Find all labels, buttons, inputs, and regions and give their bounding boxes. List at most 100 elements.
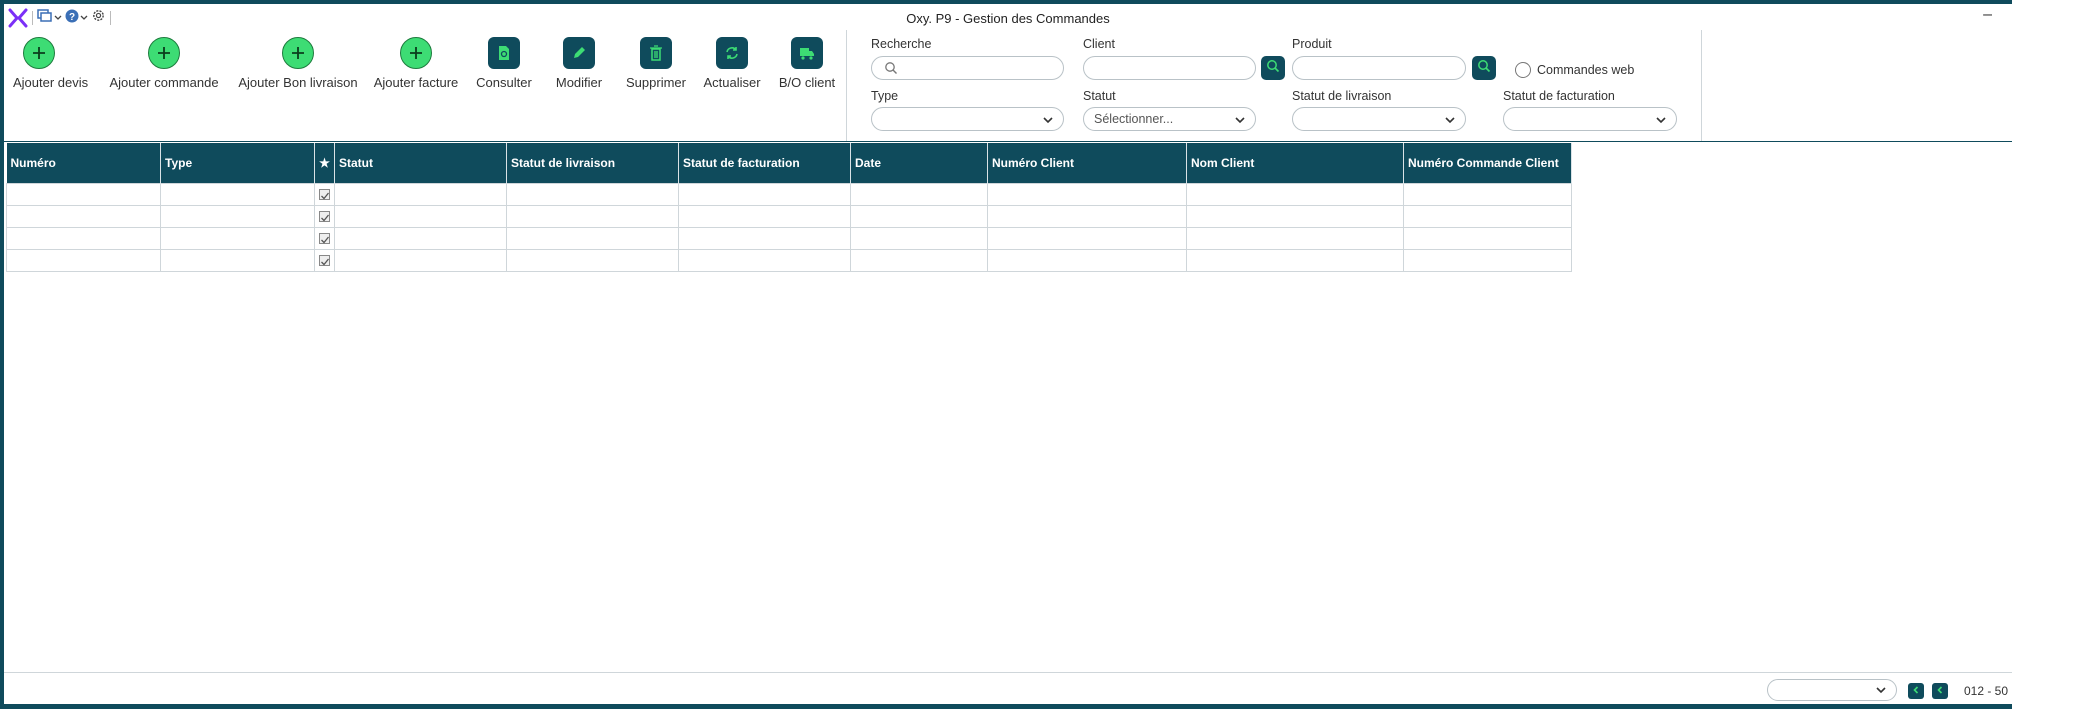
- delivery-status-select[interactable]: [1292, 107, 1466, 131]
- chevron-left-icon: [1935, 682, 1945, 700]
- delete-button[interactable]: Supprimer: [621, 34, 691, 90]
- bo-client-button[interactable]: B/O client: [776, 34, 838, 90]
- column-header-client-number[interactable]: Numéro Client: [987, 143, 1187, 183]
- table-cell: [678, 204, 851, 228]
- column-header-delivery-status[interactable]: Statut de livraison: [506, 143, 679, 183]
- column-header-date[interactable]: Date: [850, 143, 988, 183]
- table-cell: [160, 182, 315, 206]
- column-header-star[interactable]: ★: [314, 143, 335, 183]
- toolbar-divider: [846, 30, 847, 142]
- table-row[interactable]: [6, 182, 1572, 206]
- plus-icon: [148, 37, 180, 69]
- client-search-button[interactable]: [1261, 56, 1285, 80]
- column-header-client-name[interactable]: Nom Client: [1186, 143, 1404, 183]
- add-order-button[interactable]: Ajouter commande: [108, 34, 220, 90]
- add-invoice-label: Ajouter facture: [373, 75, 459, 90]
- favorite-cell[interactable]: [314, 182, 335, 206]
- orders-table: Numéro Type ★ Statut Statut de livraison…: [6, 143, 1572, 272]
- table-row[interactable]: [6, 226, 1572, 250]
- add-quote-label: Ajouter devis: [13, 75, 89, 90]
- footer-separator: [4, 672, 2012, 673]
- table-row[interactable]: [6, 204, 1572, 228]
- table-cell: [1186, 204, 1404, 228]
- search-icon: [1266, 59, 1280, 78]
- main-window: ? Oxy. P9 - Gestion des Commandes – Ajou…: [4, 4, 2012, 704]
- column-header-type[interactable]: Type: [160, 143, 315, 183]
- table-cell: [850, 226, 988, 250]
- checkbox-icon[interactable]: [319, 211, 330, 223]
- plus-icon: [400, 37, 432, 69]
- type-select[interactable]: [871, 107, 1064, 131]
- client-input[interactable]: [1083, 56, 1256, 80]
- app-frame: ? Oxy. P9 - Gestion des Commandes – Ajou…: [0, 0, 2100, 709]
- chevron-down-icon: [1654, 112, 1668, 134]
- add-delivery-note-button[interactable]: Ajouter Bon livraison: [234, 34, 362, 90]
- table-cell: [987, 182, 1187, 206]
- table-row[interactable]: [6, 248, 1572, 272]
- table-cell: [506, 204, 679, 228]
- title-bar: ? Oxy. P9 - Gestion des Commandes –: [4, 4, 2012, 30]
- status-label: Statut: [1083, 89, 1116, 103]
- add-order-label: Ajouter commande: [109, 75, 219, 90]
- search-input[interactable]: [871, 56, 1064, 80]
- status-select-value: Sélectionner...: [1094, 112, 1174, 126]
- favorite-cell[interactable]: [314, 204, 335, 228]
- page-size-select[interactable]: [1767, 679, 1897, 701]
- table-cell: [334, 182, 507, 206]
- first-page-button[interactable]: [1932, 683, 1948, 699]
- previous-page-button[interactable]: [1908, 683, 1924, 699]
- table-cell: [6, 204, 161, 228]
- edit-label: Modifier: [555, 75, 603, 90]
- chevron-down-icon: [1443, 112, 1457, 134]
- add-quote-button[interactable]: Ajouter devis: [13, 34, 89, 90]
- web-orders-label: Commandes web: [1537, 63, 1635, 77]
- table-cell: [1403, 248, 1572, 272]
- column-header-billing-status[interactable]: Statut de facturation: [678, 143, 851, 183]
- search-icon: [1477, 59, 1491, 78]
- table-cell: [1186, 226, 1404, 250]
- table-cell: [678, 226, 851, 250]
- column-header-number[interactable]: Numéro: [6, 143, 161, 183]
- favorite-cell[interactable]: [314, 226, 335, 250]
- refresh-icon: [716, 37, 748, 69]
- checkbox-icon[interactable]: [319, 255, 330, 267]
- chevron-down-icon: [1041, 112, 1055, 134]
- refresh-button[interactable]: Actualiser: [699, 34, 765, 90]
- table-cell: [1186, 248, 1404, 272]
- checkbox-icon[interactable]: [319, 189, 330, 201]
- web-orders-radio[interactable]: [1515, 62, 1531, 78]
- edit-button[interactable]: Modifier: [549, 34, 609, 90]
- window-title: Oxy. P9 - Gestion des Commandes: [906, 11, 1110, 26]
- table-cell: [160, 226, 315, 250]
- header-separator: [4, 141, 2012, 142]
- table-cell: [6, 182, 161, 206]
- pencil-icon: [563, 37, 595, 69]
- type-label: Type: [871, 89, 899, 103]
- chevron-left-icon: [1911, 682, 1921, 700]
- chevron-down-icon: [1874, 683, 1888, 702]
- table-cell: [678, 182, 851, 206]
- billing-status-select[interactable]: [1503, 107, 1677, 131]
- checkbox-icon[interactable]: [319, 233, 330, 245]
- favorite-cell[interactable]: [314, 248, 335, 272]
- document-icon: [488, 37, 520, 69]
- plus-icon: [282, 37, 314, 69]
- search-label: Recherche: [871, 37, 932, 51]
- refresh-label: Actualiser: [703, 75, 761, 90]
- column-header-status[interactable]: Statut: [334, 143, 507, 183]
- column-header-client-order-number[interactable]: Numéro Commande Client: [1403, 143, 1572, 183]
- product-search-button[interactable]: [1472, 56, 1496, 80]
- desktop-background: [2012, 0, 2100, 709]
- delete-label: Supprimer: [626, 75, 686, 90]
- add-invoice-button[interactable]: Ajouter facture: [371, 34, 461, 90]
- trash-icon: [640, 37, 672, 69]
- product-input[interactable]: [1292, 56, 1466, 80]
- table-cell: [6, 226, 161, 250]
- table-cell: [506, 226, 679, 250]
- table-cell: [678, 248, 851, 272]
- table-cell: [160, 204, 315, 228]
- status-select[interactable]: Sélectionner...: [1083, 107, 1256, 131]
- search-icon: [884, 61, 898, 80]
- minimize-button[interactable]: –: [1983, 6, 1992, 24]
- view-button[interactable]: Consulter: [474, 34, 534, 90]
